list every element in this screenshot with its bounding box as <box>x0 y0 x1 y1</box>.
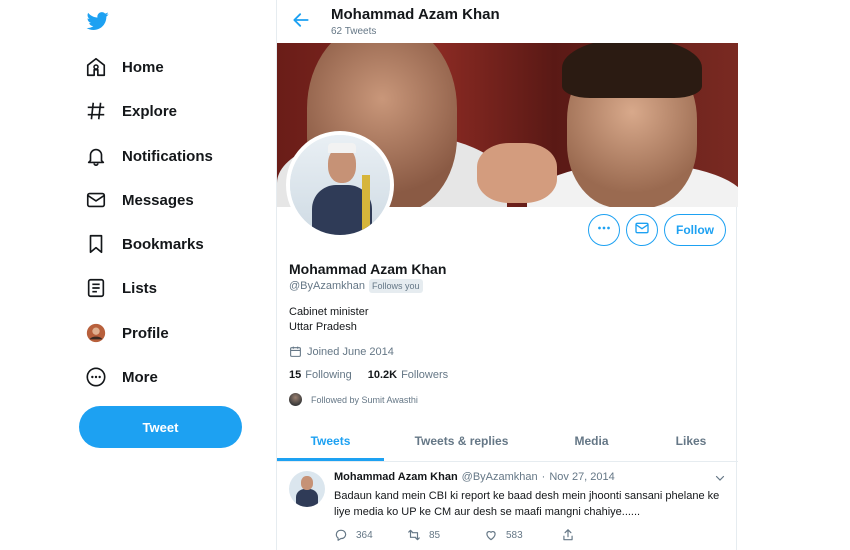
profile-name: Mohammad Azam Khan <box>289 261 447 277</box>
tab-tweets[interactable]: Tweets <box>277 420 384 462</box>
tweet-actions: 364 85 583 <box>334 528 634 544</box>
home-icon <box>84 55 108 79</box>
ellipsis-icon <box>595 219 613 242</box>
reply-button[interactable]: 364 <box>334 528 373 542</box>
tweet-header: Mohammad Azam Khan @ByAzamkhan · Nov 27,… <box>334 471 615 483</box>
left-sidebar: Home Explore Notifications Messages Book… <box>0 0 275 550</box>
nav-item-profile[interactable]: Profile <box>84 318 169 348</box>
tweet-date[interactable]: Nov 27, 2014 <box>549 471 614 483</box>
hashtag-icon <box>84 99 108 123</box>
nav-item-home[interactable]: Home <box>84 52 164 82</box>
heart-icon <box>486 531 496 541</box>
joined-text: Joined June 2014 <box>307 345 394 358</box>
tab-likes[interactable]: Likes <box>644 420 738 462</box>
following-link[interactable]: 15 Following <box>289 369 352 381</box>
tweet-separator: · <box>541 471 546 483</box>
follower-avatar <box>289 393 302 406</box>
bookmark-icon <box>84 232 108 256</box>
nav-item-lists[interactable]: Lists <box>84 273 157 303</box>
message-button[interactable] <box>626 214 658 246</box>
tweet-button[interactable]: Tweet <box>79 406 242 448</box>
retweet-icon <box>408 529 420 541</box>
active-tab-indicator <box>277 458 384 461</box>
calendar-icon <box>289 345 302 358</box>
tweet-item[interactable]: Mohammad Azam Khan @ByAzamkhan · Nov 27,… <box>277 463 738 550</box>
tweet-author-avatar[interactable] <box>289 471 325 507</box>
chevron-down-icon[interactable] <box>714 471 726 483</box>
envelope-icon <box>634 220 650 241</box>
nav-item-more[interactable]: More <box>84 362 158 392</box>
nav-item-label: Bookmarks <box>122 235 204 253</box>
list-icon <box>84 276 108 300</box>
nav-item-label: More <box>122 368 158 386</box>
back-arrow-icon[interactable] <box>291 10 311 30</box>
header-tweet-count: 62 Tweets <box>331 26 377 37</box>
nav-item-label: Messages <box>122 191 194 209</box>
retweet-button[interactable]: 85 <box>407 528 440 542</box>
follow-counts: 15 Following 10.2K Followers <box>289 369 464 381</box>
followed-by-row[interactable]: Followed by Sumit Awasthi <box>289 393 418 406</box>
twitter-logo-icon[interactable] <box>86 10 110 32</box>
followers-label: Followers <box>401 369 449 381</box>
nav-item-explore[interactable]: Explore <box>84 96 177 126</box>
profile-column: Mohammad Azam Khan 62 Tweets Follow Moha… <box>276 0 738 550</box>
tweet-author-name[interactable]: Mohammad Azam Khan <box>334 471 458 483</box>
profile-tabs: Tweets Tweets & replies Media Likes <box>277 420 738 462</box>
joined-date: Joined June 2014 <box>289 345 394 358</box>
profile-header-bar: Mohammad Azam Khan 62 Tweets <box>277 0 738 43</box>
followers-link[interactable]: 10.2K Followers <box>368 369 448 381</box>
following-count: 15 <box>289 369 302 381</box>
reply-icon <box>335 529 347 541</box>
tweet-text: Badaun kand mein CBI ki report ke baad d… <box>334 490 720 518</box>
nav-item-messages[interactable]: Messages <box>84 185 194 215</box>
nav-item-label: Home <box>122 58 164 76</box>
profile-handle: @ByAzamkhan <box>289 280 365 292</box>
like-button[interactable]: 583 <box>484 528 523 542</box>
nav-item-notifications[interactable]: Notifications <box>84 141 213 171</box>
followers-count: 10.2K <box>367 369 398 381</box>
like-count: 583 <box>506 529 523 541</box>
reply-count: 364 <box>356 529 373 541</box>
tab-media[interactable]: Media <box>539 420 644 462</box>
nav-item-label: Notifications <box>122 147 213 165</box>
envelope-icon <box>84 188 108 212</box>
retweet-count: 85 <box>429 529 441 541</box>
avatar-icon <box>84 321 108 345</box>
bell-icon <box>84 144 108 168</box>
tab-tweets-replies[interactable]: Tweets & replies <box>384 420 539 462</box>
nav-item-label: Explore <box>122 102 178 120</box>
profile-bio-line: Cabinet minister <box>289 306 369 318</box>
nav-item-bookmarks[interactable]: Bookmarks <box>84 229 204 259</box>
follows-you-badge: Follows you <box>368 279 423 293</box>
followed-by-text: Followed by Sumit Awasthi <box>311 394 418 405</box>
nav-item-label: Profile <box>122 324 169 342</box>
follow-button[interactable]: Follow <box>664 214 726 246</box>
more-circle-icon <box>84 365 108 389</box>
profile-handle-row: @ByAzamkhan Follows you <box>289 279 423 293</box>
profile-bio-line: Uttar Pradesh <box>289 321 357 333</box>
profile-avatar[interactable] <box>286 131 394 239</box>
tweet-author-handle: @ByAzamkhan <box>461 471 538 483</box>
following-label: Following <box>305 369 352 381</box>
share-button[interactable] <box>561 528 583 542</box>
header-profile-name: Mohammad Azam Khan <box>331 6 500 23</box>
more-options-button[interactable] <box>588 214 620 246</box>
nav-item-label: Lists <box>122 279 158 297</box>
share-icon <box>563 529 573 541</box>
